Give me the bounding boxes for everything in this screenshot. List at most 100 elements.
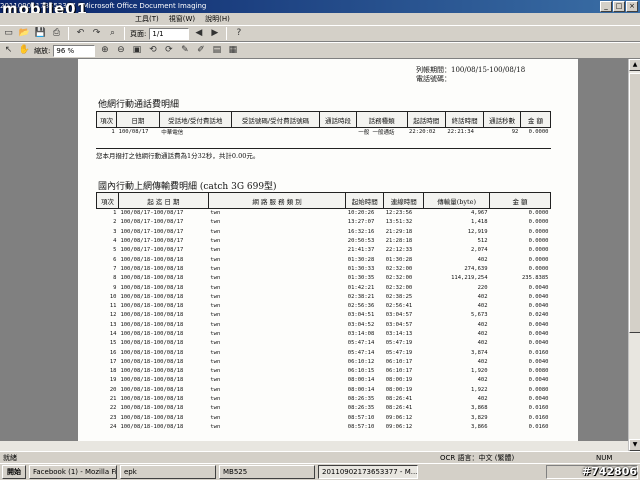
minimize-button[interactable]: _ [600, 1, 612, 12]
table-cell: 12,919 [467, 228, 488, 235]
table-row: 20 100/08/18-100/08/18 twn 08:00:14 08:00:19… [97, 385, 551, 394]
table-cell: 0.0000 [528, 247, 549, 254]
section1-note: 您本月撥打之他網行動通話費為1分32秒，共計0.00元。 [96, 152, 260, 160]
table-cell: twn [210, 265, 221, 272]
standard-toolbar: ▭ 📂 💾 ⎙ ↶ ↷ ⌕ 頁面: 1/1 ◀ ▶ ? [0, 25, 640, 42]
menu-help[interactable]: 說明(H) [200, 13, 235, 25]
section1-rule [96, 148, 551, 149]
document-page: 列帳期間：100/08/15-100/08/18 電話號碼： 他網行動通話費明細… [78, 59, 578, 451]
zoom-select[interactable]: 96 % [53, 44, 96, 57]
table-cell: 4 [113, 238, 117, 245]
table-cell: 13 [109, 321, 117, 328]
table-cell: 100/08/18-100/08/18 [120, 423, 184, 430]
table-cell: 17 [109, 358, 117, 365]
table-cell: 03:04:51 [347, 312, 375, 319]
highlighter-icon[interactable]: ✐ [194, 44, 207, 57]
select-pointer-icon[interactable]: ↖ [2, 44, 15, 57]
rotate-right-icon[interactable]: ⟳ [162, 44, 175, 57]
text-box-icon[interactable]: ▤ [210, 44, 223, 57]
close-button[interactable]: × [626, 1, 638, 12]
table-cell: 01:30:28 [385, 256, 413, 263]
table-cell: 402 [477, 396, 488, 403]
next-page-icon[interactable]: ▶ [208, 27, 221, 40]
table-row: 7 100/08/18-100/08/18 twn 01:30:33 02:32:00 2… [97, 264, 551, 273]
table-cell: 02:38:25 [385, 293, 413, 300]
help-icon[interactable]: ? [232, 27, 245, 40]
table-cell: 100/08/18-100/08/18 [120, 265, 184, 272]
vertical-scrollbar[interactable]: ▲ ▼ [628, 59, 640, 451]
col-header: 項次 [95, 111, 118, 128]
table-cell: 20:50:53 [347, 238, 375, 245]
section2-table: 項次 起 迄 日 期 網 路 服 務 類 別 起始時間 連線時間 傳輸量(byt… [96, 192, 551, 432]
scroll-down-arrow-icon[interactable]: ▼ [629, 439, 640, 451]
taskbar-item-document-imaging[interactable]: 20110902173653377 - M... [318, 465, 418, 479]
menu-bar: 工具(T) 視窗(W) 說明(H) [0, 13, 640, 25]
table-cell: 23 [109, 414, 117, 421]
table-cell: 10:20:26 [347, 210, 375, 217]
menu-window[interactable]: 視窗(W) [164, 13, 200, 25]
table-row: 23 100/08/18-100/08/18 twn 08:57:10 09:06:12… [97, 413, 551, 422]
col-header: 起話時間 [406, 111, 446, 128]
fit-page-icon[interactable]: ▣ [130, 44, 143, 57]
new-icon[interactable]: ▭ [2, 27, 15, 40]
table-cell: 08:26:41 [385, 405, 413, 412]
table-cell: 2 [113, 219, 117, 226]
start-button[interactable]: 開始 [2, 465, 26, 479]
window-titlebar: 20110902173653377 - Microsoft Office Doc… [0, 0, 640, 13]
table-row: 9 100/08/18-100/08/18 twn 01:42:21 02:32:00 2… [97, 283, 551, 292]
table-cell: 220 [477, 284, 488, 291]
insert-picture-icon[interactable]: ▦ [226, 44, 239, 57]
scroll-up-arrow-icon[interactable]: ▲ [629, 59, 640, 71]
redo-icon[interactable]: ↷ [90, 27, 103, 40]
table-cell: 1,920 [471, 368, 488, 375]
horizontal-scrollbar[interactable] [0, 441, 628, 451]
col-header: 終話時間 [444, 111, 485, 128]
table-cell: 1,922 [471, 386, 488, 393]
table-cell: twn [210, 405, 221, 412]
document-workspace[interactable]: 列帳期間：100/08/15-100/08/18 電話號碼： 他網行動通話費明細… [0, 59, 628, 451]
call-type: 一般通話 [372, 130, 395, 137]
table-cell: 0.0040 [528, 303, 549, 310]
table-cell: 100/08/18-100/08/18 [120, 312, 184, 319]
table-row: 24 100/08/18-100/08/18 twn 08:57:10 09:06:12… [97, 422, 551, 431]
table-cell: 21:28:18 [385, 238, 413, 245]
table-row: 17 100/08/18-100/08/18 twn 06:10:12 06:10:17… [97, 357, 551, 366]
menu-tools[interactable]: 工具(T) [130, 13, 164, 25]
pen-icon[interactable]: ✎ [178, 44, 191, 57]
table-cell: 1,418 [471, 219, 488, 226]
table-row: 15 100/08/18-100/08/18 twn 05:47:14 05:47:19… [97, 339, 551, 348]
table-cell: 01:30:33 [347, 265, 375, 272]
table-cell: 09:06:12 [385, 423, 413, 430]
previous-page-icon[interactable]: ◀ [192, 27, 205, 40]
scroll-thumb[interactable] [629, 73, 640, 333]
taskbar-item-mb525[interactable]: MB525 [219, 465, 315, 479]
section2-title: 國內行動上網傳輸費明細 (catch 3G 699型) [98, 182, 277, 192]
zoom-in-icon[interactable]: ⊕ [98, 44, 111, 57]
table-cell: 06:10:17 [385, 358, 413, 365]
table-cell: twn [210, 219, 221, 226]
table-cell: 0.0040 [528, 284, 549, 291]
hand-icon[interactable]: ✋ [18, 44, 31, 57]
zoom-out-icon[interactable]: ⊖ [114, 44, 127, 57]
table-cell: 06:10:15 [347, 368, 375, 375]
maximize-button[interactable]: □ [613, 1, 625, 12]
rotate-left-icon[interactable]: ⟲ [146, 44, 159, 57]
table-row: 19 100/08/18-100/08/18 twn 08:00:14 08:00:19… [97, 376, 551, 385]
table-cell: 5,673 [471, 312, 488, 319]
table-cell: 06:10:12 [347, 358, 375, 365]
table-cell: 16:32:16 [347, 228, 375, 235]
undo-icon[interactable]: ↶ [74, 27, 87, 40]
table-cell: twn [210, 247, 221, 254]
table-cell: 7 [113, 265, 117, 272]
print-icon[interactable]: ⎙ [50, 27, 63, 40]
annotation-toolbar: ↖ ✋ 縮放: 96 % ⊕ ⊖ ▣ ⟲ ⟳ ✎ ✐ ▤ ▦ [0, 42, 640, 59]
taskbar-item-firefox[interactable]: Facebook (1) - Mozilla Fir... [29, 465, 117, 479]
table-cell: 05:47:19 [385, 340, 413, 347]
table-cell: 08:00:19 [385, 386, 413, 393]
taskbar-item-epk[interactable]: epk [120, 465, 216, 479]
find-icon[interactable]: ⌕ [106, 27, 119, 40]
table-cell: 24 [109, 423, 117, 430]
page-field[interactable]: 1/1 [149, 27, 190, 40]
save-icon[interactable]: 💾 [34, 27, 47, 40]
open-icon[interactable]: 📂 [18, 27, 31, 40]
